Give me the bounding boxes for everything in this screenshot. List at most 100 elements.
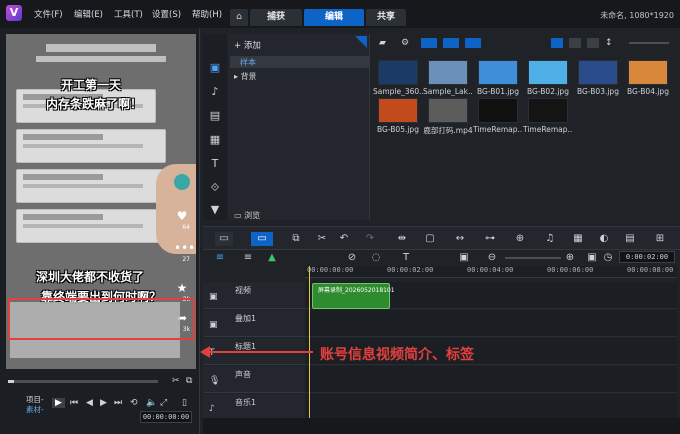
document-name: 未命名, 1080*1920 xyxy=(600,11,674,20)
timeline-ruler[interactable]: 00:00:00:00 00:00:02:00 00:00:04:00 00:0… xyxy=(305,266,677,278)
tree-sample-label: 样本 xyxy=(240,58,256,67)
audio-mixer-icon[interactable]: ♫ xyxy=(543,232,557,246)
menu-settings[interactable]: 设置(S) xyxy=(152,8,181,20)
media-thumbnail[interactable] xyxy=(378,60,418,85)
folder-icon[interactable]: ▰ xyxy=(379,38,386,48)
next-frame-icon[interactable]: ▶ xyxy=(100,398,107,408)
media-thumbnail[interactable] xyxy=(578,60,618,85)
grid-icon[interactable]: ⊞ xyxy=(653,232,667,246)
gear-icon[interactable]: ⚙ xyxy=(401,38,409,48)
playhead[interactable] xyxy=(309,266,310,418)
graphics-icon[interactable]: ⟐ xyxy=(208,182,222,194)
scrub-bar[interactable] xyxy=(8,380,158,383)
clock-icon[interactable]: ◷ xyxy=(601,251,615,265)
filter-video-button[interactable] xyxy=(421,38,437,48)
multicam-icon[interactable]: ▦ xyxy=(571,232,585,246)
media-thumbnail[interactable] xyxy=(478,98,518,123)
app-logo: V xyxy=(6,5,22,21)
timeline-view-button[interactable]: ▭ xyxy=(251,232,273,246)
media-thumbnail[interactable] xyxy=(628,60,668,85)
menu-tools[interactable]: 工具(T) xyxy=(114,8,143,20)
track-header-video[interactable]: ▣ 视频 xyxy=(203,282,305,309)
fullscreen-icon[interactable]: ⤢ xyxy=(160,398,167,408)
clip-mode-label[interactable]: 素材- xyxy=(26,404,44,415)
undo-icon[interactable]: ↶ xyxy=(337,232,351,246)
storyboard-view-button[interactable]: ▭ xyxy=(215,232,233,246)
track-manager-icon[interactable]: ≡ xyxy=(213,251,227,265)
copy-icon[interactable]: ⧉ xyxy=(289,232,303,246)
track-lane-overlay[interactable] xyxy=(306,310,677,337)
media-icon[interactable]: ▣ xyxy=(208,62,222,74)
subtitle-icon[interactable]: ▤ xyxy=(623,232,637,246)
sort-icon[interactable]: ↕ xyxy=(605,38,613,48)
repeat-icon[interactable]: ⟲ xyxy=(130,398,138,408)
copy-icon[interactable]: ⧉ xyxy=(186,376,192,386)
scrub-handle[interactable] xyxy=(8,380,14,383)
expand-down-icon[interactable]: ▼ xyxy=(208,204,222,216)
timeline-zoom-slider[interactable] xyxy=(505,257,561,259)
filter-photo-button[interactable] xyxy=(443,38,459,48)
tab-edit[interactable]: 编辑 xyxy=(304,9,364,26)
filter-icon[interactable]: ▦ xyxy=(208,134,222,146)
tab-capture[interactable]: 捕获 xyxy=(250,9,302,26)
mask-icon[interactable]: ◐ xyxy=(597,232,611,246)
device-icon[interactable]: ▯ xyxy=(182,398,187,408)
fit-icon[interactable]: ▣ xyxy=(585,251,599,265)
play-button[interactable]: ▶ xyxy=(52,398,65,408)
loop-icon[interactable]: ◌ xyxy=(369,251,383,265)
star-icon: ★ xyxy=(176,281,188,295)
filter-audio-button[interactable] xyxy=(465,38,481,48)
title-icon[interactable]: T xyxy=(208,158,222,170)
avatar xyxy=(174,174,190,190)
zoom-out-icon[interactable]: ⊖ xyxy=(485,251,499,265)
preview-timecode[interactable]: 00:00:00:00 xyxy=(140,411,192,423)
corner-flag-icon xyxy=(355,36,367,48)
music-icon[interactable]: ♪ xyxy=(208,86,222,98)
tools-icon[interactable]: ✂ xyxy=(315,232,329,246)
track-header-voice[interactable]: 🎙 声音 xyxy=(203,366,305,393)
home-icon[interactable]: ⌂ xyxy=(230,9,248,26)
menu-help[interactable]: 帮助(H) xyxy=(192,8,222,20)
media-thumbnail[interactable] xyxy=(478,60,518,85)
timeline-timecode[interactable]: 0:00:02:00 xyxy=(619,251,675,263)
view-thumb-button[interactable] xyxy=(551,38,563,48)
media-thumbnail[interactable] xyxy=(428,98,468,123)
media-thumbnail[interactable] xyxy=(378,98,418,123)
track-lane-music[interactable] xyxy=(306,394,677,421)
track-icon[interactable]: ⊕ xyxy=(513,232,527,246)
view-grid-button[interactable] xyxy=(587,38,599,48)
crop-icon[interactable]: ▢ xyxy=(423,232,437,246)
resize-icon[interactable]: ↔ xyxy=(453,232,467,246)
browse-button[interactable]: ▭ 浏览 xyxy=(234,210,260,221)
track-header-music[interactable]: ♪ 音乐1 xyxy=(203,394,305,421)
tab-share[interactable]: 共享 xyxy=(366,9,406,26)
track-header-overlay[interactable]: ▣ 叠加1 xyxy=(203,310,305,337)
record-icon[interactable]: ⊘ xyxy=(345,251,359,265)
zoom-in-icon[interactable]: ⊕ xyxy=(563,251,577,265)
tree-item-background[interactable]: ▸ 背景 xyxy=(234,71,257,82)
marker-icon[interactable]: ▲ xyxy=(265,251,279,265)
chapter-icon[interactable]: ≡ xyxy=(241,251,255,265)
motion-icon[interactable]: ⊶ xyxy=(483,232,497,246)
mark-icon[interactable]: ✂ xyxy=(172,376,180,386)
split-icon[interactable]: ⇹ xyxy=(395,232,409,246)
zoom-slider[interactable] xyxy=(629,42,669,44)
view-list-button[interactable] xyxy=(569,38,581,48)
menu-edit[interactable]: 编辑(E) xyxy=(74,8,103,20)
track-lane-voice[interactable] xyxy=(306,366,677,393)
end-icon[interactable]: ⏭ xyxy=(114,398,122,408)
volume-icon[interactable]: 🔈 xyxy=(146,398,157,408)
bottom-scrollbar[interactable] xyxy=(203,418,680,434)
media-thumbnail[interactable] xyxy=(528,98,568,123)
add-folder-button[interactable]: + 添加 xyxy=(234,39,261,51)
text-icon[interactable]: T xyxy=(399,251,413,265)
redo-icon[interactable]: ↷ xyxy=(363,232,377,246)
image-icon[interactable]: ▣ xyxy=(457,251,471,265)
prev-frame-icon[interactable]: ◀ xyxy=(86,398,93,408)
menu-file[interactable]: 文件(F) xyxy=(34,8,63,20)
transition-icon[interactable]: ▤ xyxy=(208,110,222,122)
media-thumbnail[interactable] xyxy=(428,60,468,85)
media-thumbnail[interactable] xyxy=(528,60,568,85)
track-name: 音乐1 xyxy=(235,398,257,407)
start-icon[interactable]: ⏮ xyxy=(70,398,78,408)
